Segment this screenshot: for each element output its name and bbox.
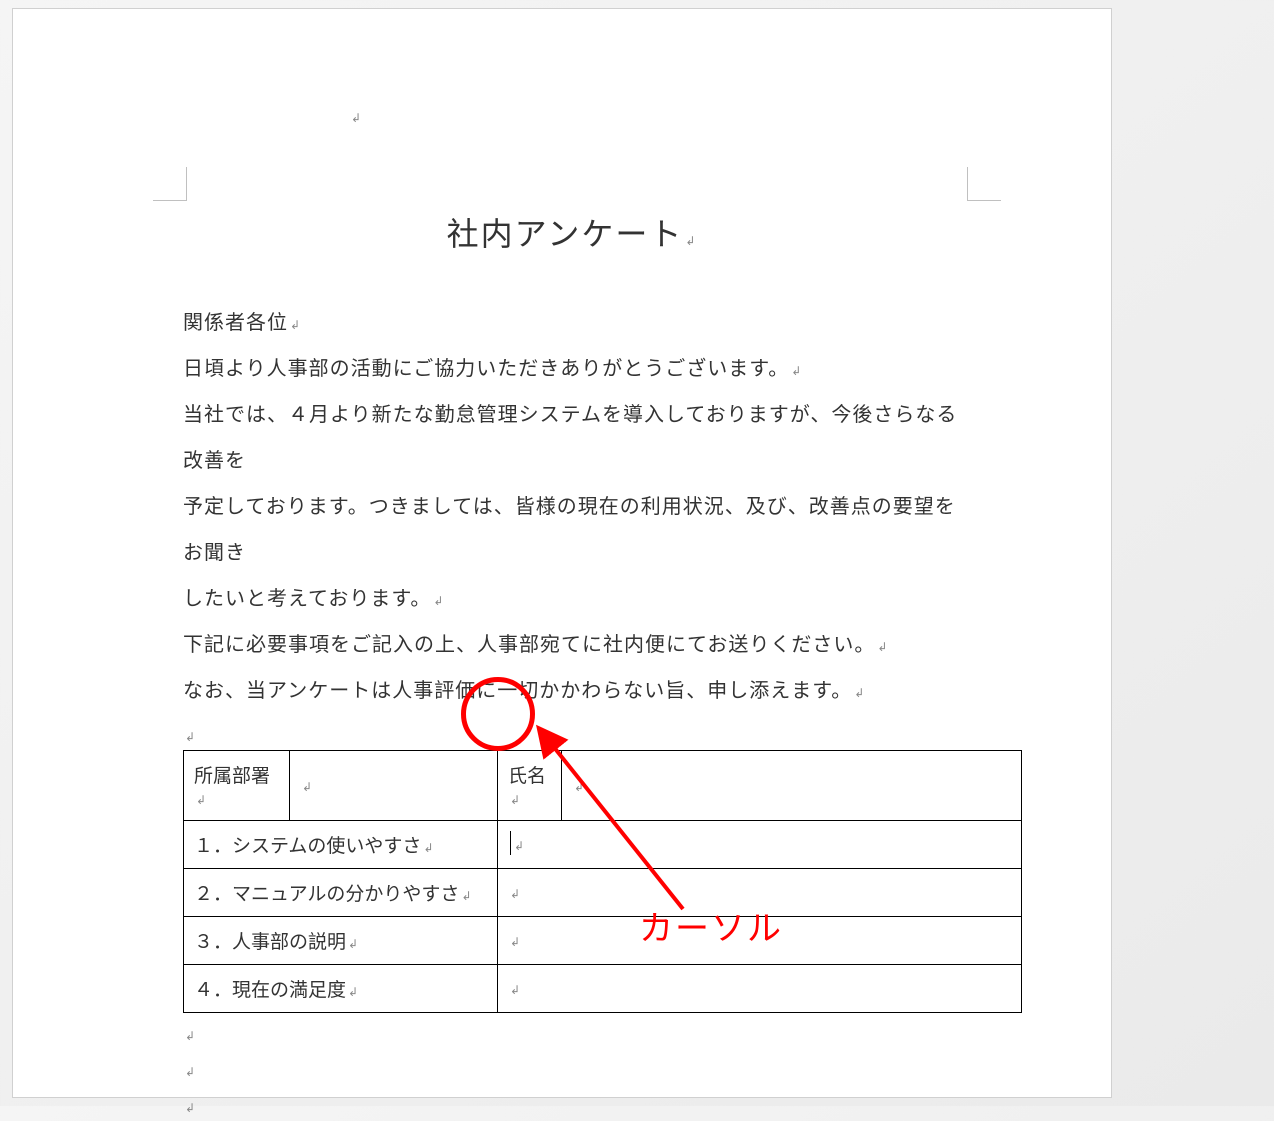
paragraph-mark: ↲ (514, 839, 524, 853)
table-row: ２．マニュアルの分かりやすさ↲ ↲ (184, 869, 1022, 917)
survey-table: 所属部署↲ ↲ 氏名↲ ↲ １．システムの使いやすさ↲ ↲ (183, 750, 1022, 1013)
table-row: １．システムの使いやすさ↲ ↲ (184, 821, 1022, 869)
paragraph-mark: ↲ (423, 841, 433, 855)
paragraph-mark: ↲ (510, 793, 520, 807)
name-label-text: 氏名 (508, 766, 546, 787)
empty-line: ↲ (183, 1049, 961, 1085)
empty-line: ↲ (183, 714, 961, 750)
paragraph-mark: ↲ (854, 680, 865, 708)
question-cell-1: １．システムの使いやすさ↲ (184, 821, 498, 869)
paragraph-mark: ↲ (196, 793, 206, 807)
name-label-cell: 氏名 ↲ (498, 751, 562, 821)
document-title: 社内アンケート↲ (183, 209, 961, 255)
paragraph-mark: ↲ (185, 1029, 195, 1043)
document-page: ↲ 社内アンケート↲ 関係者各位↲ 日頃より人事部の活動にご協力いただきありがと… (12, 8, 1112, 1098)
body-line-3: 下記に必要事項をご記入の上、人事部宛てに社内便にてお送りください。↲ (183, 622, 961, 668)
p2b-text: 予定しております。つきましては、皆様の現在の利用状況、及び、改善点の要望をお聞き (183, 496, 956, 564)
paragraph-mark: ↲ (877, 634, 888, 662)
paragraph-mark: ↲ (510, 887, 520, 901)
body-line-4: なお、当アンケートは人事評価に一切かかわらない旨、申し添えます。↲ (183, 668, 961, 714)
body-line-2c: したいと考えております。↲ (183, 576, 961, 622)
table-row: ３．人事部の説明↲ ↲ (184, 917, 1022, 965)
paragraph-mark: ↲ (185, 730, 195, 744)
paragraph-mark: ↲ (791, 358, 802, 386)
question-cell-2: ２．マニュアルの分かりやすさ↲ (184, 869, 498, 917)
dept-value-cell[interactable]: ↲ (290, 751, 498, 821)
paragraph-mark: ↲ (351, 111, 361, 125)
body-line-1: 日頃より人事部の活動にご協力いただきありがとうございます。↲ (183, 346, 961, 392)
paragraph-mark: ↲ (348, 937, 358, 951)
title-text: 社内アンケート (447, 216, 684, 252)
dept-label-cell: 所属部署 ↲ (184, 751, 290, 821)
margin-corner-tl (153, 167, 187, 201)
body-line-2a: 当社では、４月より新たな勤怠管理システムを導入しておりますが、今後さらなる改善を (183, 392, 961, 484)
paragraph-mark: ↲ (290, 312, 301, 340)
annotation-label: カーソル (639, 901, 783, 950)
q3-text: ３．人事部の説明 (194, 932, 346, 953)
paragraph-mark: ↲ (302, 780, 312, 794)
margin-corner-tr (967, 167, 1001, 201)
text-cursor-icon (510, 831, 511, 855)
table-row: ４．現在の満足度↲ ↲ (184, 965, 1022, 1013)
paragraph-mark: ↲ (185, 1065, 195, 1079)
p2c-text: したいと考えております。 (183, 588, 431, 610)
dept-label-text: 所属部署 (194, 766, 270, 787)
paragraph-mark: ↲ (574, 780, 584, 794)
line4-text: なお、当アンケートは人事評価に一切かかわらない旨、申し添えます。 (183, 680, 852, 702)
paragraph-mark: ↲ (510, 983, 520, 997)
paragraph-mark: ↲ (461, 889, 471, 903)
empty-line: ↲ (183, 1013, 961, 1049)
answer-cell-4[interactable]: ↲ (498, 965, 1022, 1013)
paragraph-mark: ↲ (185, 1101, 195, 1115)
q2-text: ２．マニュアルの分かりやすさ (194, 884, 459, 905)
body-line-2b: 予定しております。つきましては、皆様の現在の利用状況、及び、改善点の要望をお聞き (183, 484, 961, 576)
content-area: 社内アンケート↲ 関係者各位↲ 日頃より人事部の活動にご協力いただきありがとうご… (183, 209, 961, 1121)
question-cell-4: ４．現在の満足度↲ (184, 965, 498, 1013)
paragraph-mark: ↲ (433, 588, 444, 616)
q4-text: ４．現在の満足度 (194, 980, 346, 1001)
paragraph-mark: ↲ (348, 985, 358, 999)
line1-text: 日頃より人事部の活動にご協力いただきありがとうございます。 (183, 358, 789, 380)
question-cell-3: ３．人事部の説明↲ (184, 917, 498, 965)
answer-cell-1[interactable]: ↲ (498, 821, 1022, 869)
name-value-cell[interactable]: ↲ (562, 751, 1022, 821)
greeting-line: 関係者各位↲ (183, 300, 961, 346)
line3-text: 下記に必要事項をご記入の上、人事部宛てに社内便にてお送りください。 (183, 634, 875, 656)
greeting-text: 関係者各位 (183, 312, 288, 334)
empty-line: ↲ (183, 1085, 961, 1121)
p2a-text: 当社では、４月より新たな勤怠管理システムを導入しておりますが、今後さらなる改善を (183, 404, 957, 472)
table-header-row: 所属部署 ↲ ↲ 氏名 ↲ ↲ (184, 751, 1022, 821)
paragraph-mark: ↲ (510, 935, 520, 949)
paragraph-mark: ↲ (685, 234, 697, 248)
q1-text: １．システムの使いやすさ (194, 836, 421, 857)
